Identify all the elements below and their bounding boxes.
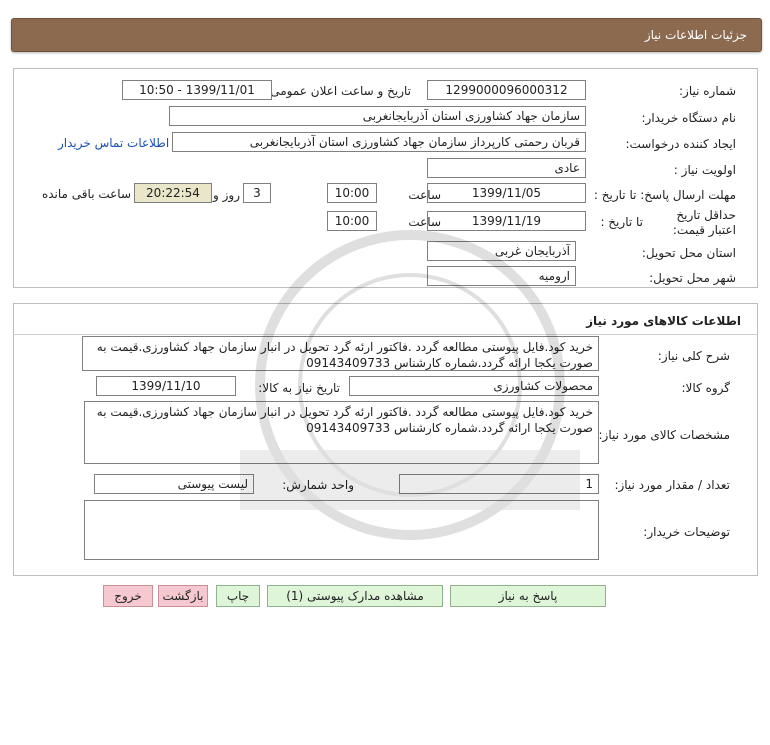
summary-label: شرح کلی نیاز: bbox=[657, 349, 730, 363]
deadline-label: مهلت ارسال پاسخ: تا تاریخ : bbox=[593, 188, 736, 202]
price-validity-sub-label: تا تاریخ : bbox=[600, 215, 643, 229]
summary-field: خرید کود.فایل پیوستی مطالعه گردد .فاکتور… bbox=[82, 336, 599, 371]
qty-label: تعداد / مقدار مورد نیاز: bbox=[614, 478, 730, 492]
price-validity-date-field: 1399/11/19 bbox=[427, 211, 586, 231]
price-validity-time-field: 10:00 bbox=[327, 211, 377, 231]
buyer-org-field: سازمان جهاد کشاورزی استان آذربایجانغربی bbox=[169, 106, 586, 126]
unit-field: لیست پیوستی bbox=[94, 474, 254, 494]
unit-label: واحد شمارش: bbox=[282, 478, 354, 492]
price-validity-label: حداقل تاریخ اعتبار قیمت: bbox=[672, 208, 736, 237]
deadline-time-field: 10:00 bbox=[327, 183, 377, 203]
days-label: روز و bbox=[213, 188, 240, 202]
qty-field: 1 bbox=[399, 474, 599, 494]
price-validity-time-label: ساعت bbox=[408, 215, 441, 229]
specs-label: مشخصات کالای مورد نیاز: bbox=[598, 428, 730, 442]
need-date-label: تاریخ نیاز به کالا: bbox=[258, 381, 340, 395]
back-button[interactable]: بازگشت bbox=[158, 585, 208, 607]
group-label: گروه کالا: bbox=[681, 381, 731, 395]
priority-field: عادی bbox=[427, 158, 586, 178]
buyer-contact-link[interactable]: اطلاعات تماس خریدار bbox=[58, 136, 169, 150]
requester-field: قربان رحمتی کارپرداز سازمان جهاد کشاورزی… bbox=[172, 132, 586, 152]
remaining-label: ساعت باقی مانده bbox=[41, 187, 131, 201]
page-title: جزئیات اطلاعات نیاز bbox=[644, 28, 747, 42]
need-number-field: 1299000096000312 bbox=[427, 80, 586, 100]
need-date-field: 1399/11/10 bbox=[96, 376, 236, 396]
buyer-notes-field bbox=[84, 500, 599, 560]
view-attachments-button[interactable]: مشاهده مدارک پیوستی (1) bbox=[267, 585, 443, 607]
goods-panel: اطلاعات کالاهای مورد نیاز شرح کلی نیاز: … bbox=[13, 303, 758, 576]
city-label: شهر محل تحویل: bbox=[649, 271, 736, 285]
deadline-time-label: ساعت bbox=[408, 188, 441, 202]
need-number-label: شماره نیاز: bbox=[679, 84, 736, 98]
buyer-org-label: نام دستگاه خریدار: bbox=[641, 111, 737, 125]
section-divider bbox=[14, 334, 757, 335]
announce-label: تاریخ و ساعت اعلان عمومی: bbox=[266, 84, 411, 98]
requester-label: ایجاد کننده درخواست: bbox=[625, 137, 736, 151]
reply-button[interactable]: پاسخ به نیاز bbox=[450, 585, 606, 607]
goods-section-title: اطلاعات کالاهای مورد نیاز bbox=[586, 314, 741, 328]
need-details-panel: شماره نیاز: 1299000096000312 تاریخ و ساع… bbox=[13, 68, 758, 288]
priority-label: اولویت نیاز : bbox=[673, 163, 736, 177]
buyer-notes-label: توضیحات خریدار: bbox=[643, 525, 730, 539]
exit-button[interactable]: خروج bbox=[103, 585, 153, 607]
group-field: محصولات کشاورزی bbox=[349, 376, 599, 396]
announce-field: 1399/11/01 - 10:50 bbox=[122, 80, 272, 100]
print-button[interactable]: چاپ bbox=[216, 585, 260, 607]
specs-field: خرید کود.فایل پیوستی مطالعه گردد .فاکتور… bbox=[84, 401, 599, 464]
province-field: آذربایجان غربی bbox=[427, 241, 576, 261]
days-remaining-field: 3 bbox=[243, 183, 271, 203]
deadline-date-field: 1399/11/05 bbox=[427, 183, 586, 203]
city-field: ارومیه bbox=[427, 266, 576, 286]
remaining-time-field: 20:22:54 bbox=[134, 183, 212, 203]
page-header: جزئیات اطلاعات نیاز bbox=[11, 18, 762, 52]
province-label: استان محل تحویل: bbox=[641, 246, 736, 260]
